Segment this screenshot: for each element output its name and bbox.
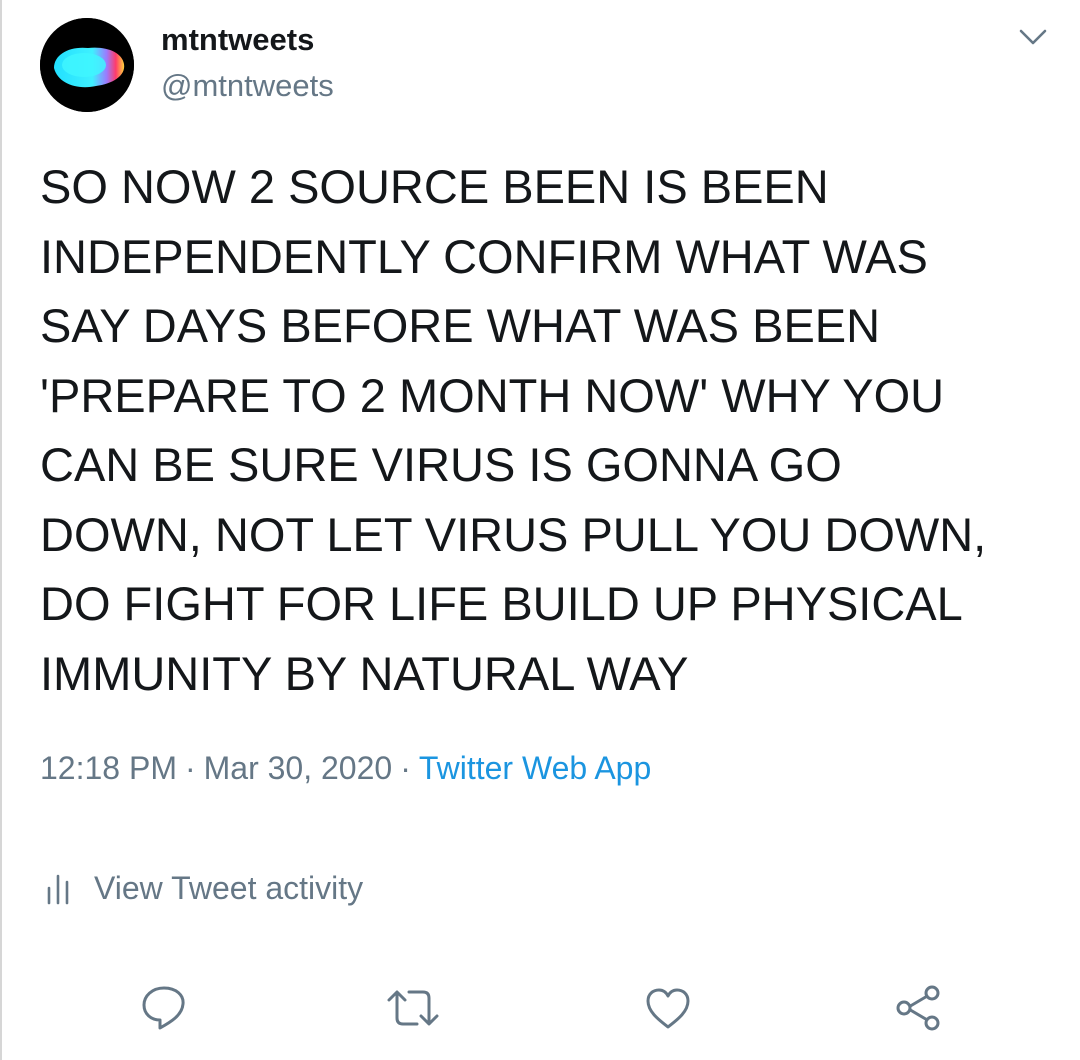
tweet-actions-bar xyxy=(0,978,1080,1038)
chevron-down-icon xyxy=(1019,29,1047,45)
view-tweet-activity-link[interactable]: View Tweet activity xyxy=(44,866,363,910)
share-icon xyxy=(896,985,940,1031)
tweet-date[interactable]: Mar 30, 2020 xyxy=(204,750,393,786)
heart-icon xyxy=(646,988,690,1029)
view-tweet-activity-label: View Tweet activity xyxy=(94,870,364,906)
avatar[interactable] xyxy=(40,18,134,112)
display-name[interactable]: mtntweets xyxy=(161,20,334,60)
reply-icon xyxy=(142,986,185,1030)
tweet-text: SO NOW 2 SOURCE BEEN IS BEEN INDEPENDENT… xyxy=(40,160,987,700)
user-handle[interactable]: @mtntweets xyxy=(161,66,334,106)
bar-chart-icon xyxy=(47,874,69,905)
avatar-image xyxy=(40,18,134,112)
tweet-source-link[interactable]: Twitter Web App xyxy=(419,750,651,786)
retweet-button[interactable] xyxy=(383,978,443,1038)
tweet-time[interactable]: 12:18 PM xyxy=(40,750,177,786)
author-names: mtntweets @mtntweets xyxy=(161,20,334,106)
like-button[interactable] xyxy=(638,978,698,1038)
share-button[interactable] xyxy=(888,978,948,1038)
tweet-header: mtntweets @mtntweets xyxy=(40,18,1050,114)
reply-button[interactable] xyxy=(134,978,194,1038)
meta-separator: · xyxy=(400,750,411,786)
retweet-icon xyxy=(387,990,439,1026)
meta-separator: · xyxy=(184,750,196,786)
more-options-button[interactable] xyxy=(1016,22,1050,52)
left-border xyxy=(0,0,2,1060)
tweet-meta: 12:18 PM · Mar 30, 2020 · Twitter Web App xyxy=(40,744,651,792)
